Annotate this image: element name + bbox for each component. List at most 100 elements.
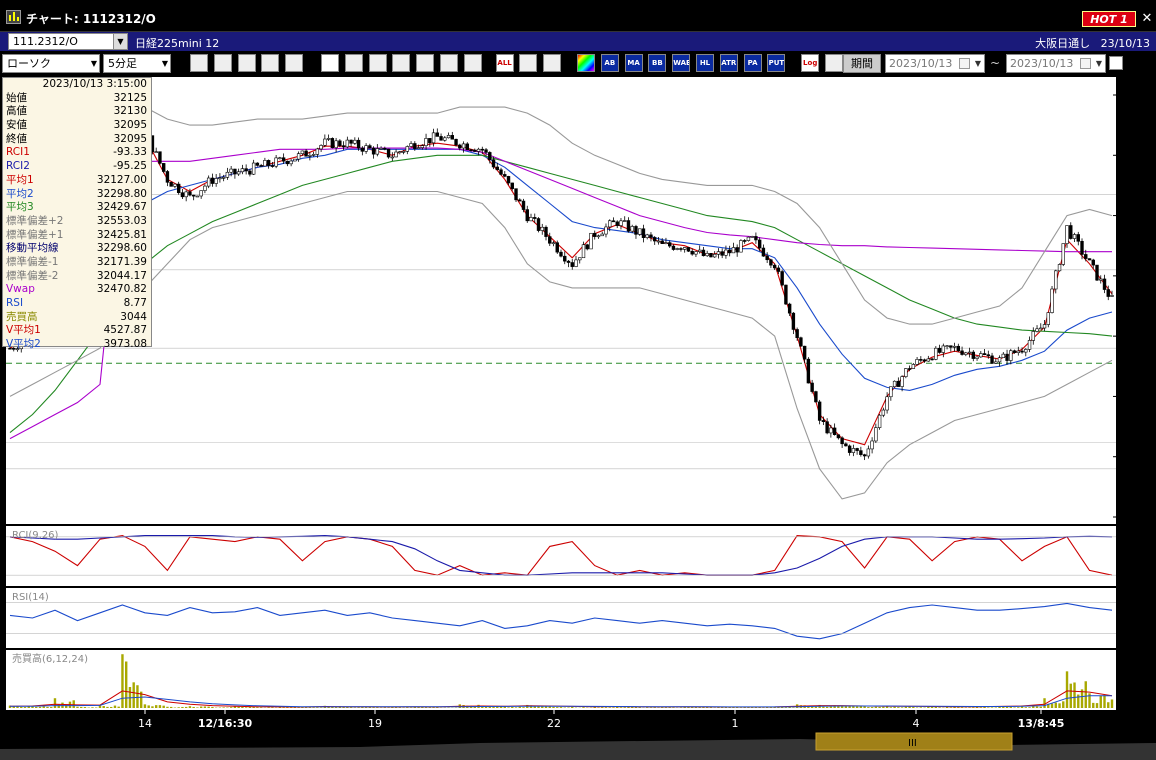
log-icon[interactable]: Log [801,54,820,72]
candle-body [653,237,657,242]
color-icon[interactable] [577,54,595,72]
candle-body [817,401,822,421]
chart-type-select[interactable]: ローソク ▼ [2,54,100,73]
indicator-bb-icon[interactable]: BB [648,54,667,72]
update-icon[interactable] [321,54,339,72]
info-row: 始値 32125 [3,92,151,106]
volume-bar [1110,699,1114,708]
volume-bar [1028,707,1031,708]
indicator-put-icon[interactable]: PUT [767,54,786,72]
chevron-down-icon[interactable]: ▼ [113,34,127,49]
candle-body [772,264,777,269]
volume-bar [424,707,428,708]
volume-bar [38,706,42,708]
zoom-icon[interactable] [190,54,208,72]
candle-body [1046,312,1050,325]
volume-bar [855,706,859,708]
candle-body [656,240,661,243]
fit-icon[interactable] [440,54,458,72]
volume-bar [143,704,147,708]
crosshair-icon[interactable] [213,54,232,72]
pattern-icon[interactable] [519,54,538,72]
hot-button[interactable]: HOT 1 [1082,11,1136,27]
volume-bar [166,706,169,708]
volume-bar [169,706,173,708]
indicator-ma-icon[interactable]: MA [624,54,643,72]
candle-body [604,226,608,235]
chart-app-icon [6,10,21,24]
pointer-icon[interactable] [392,54,411,72]
export-icon[interactable] [825,54,843,72]
volume-bar [608,707,611,708]
rci-panel[interactable] [6,526,1116,586]
indicator-wae-icon[interactable]: WAE [672,54,691,72]
indicator-hl-icon[interactable]: HL [696,54,714,72]
date-from-picker[interactable]: 2023/10/13 ▼ [885,54,985,73]
candle-body [795,329,799,338]
volume-bar [1009,707,1012,708]
indicator-ab-icon[interactable]: AB [600,54,619,72]
candle-body [754,236,758,241]
volume-bar [874,706,878,708]
candle-body [757,239,762,249]
volume-bar [147,705,150,708]
symbol-code-select[interactable]: 111.2312/O ▼ [8,33,128,50]
rsi-panel[interactable] [6,588,1116,648]
volume-bar [563,707,566,708]
volume-bar [1035,706,1039,708]
indicator-atr-icon[interactable]: ATR [719,54,738,72]
fit2-icon[interactable] [463,54,482,72]
candle-body [304,150,308,157]
volume-panel[interactable] [6,650,1116,710]
bar-chart-icon[interactable] [285,54,304,72]
candle-body [799,337,803,347]
candle-body [649,234,653,238]
volume-bar [747,707,750,708]
period-checkbox[interactable] [1109,56,1123,70]
candle-body [739,240,743,253]
volume-bar [567,707,570,708]
pen-icon[interactable] [368,54,387,72]
title-bar: チャート: 1112312/O HOT 1 ✕ [0,0,1156,32]
interval-select[interactable]: 5分足 ▼ [103,54,171,73]
candle-body [608,220,612,228]
volume-bar [987,707,990,708]
candle-body [495,166,499,171]
date-to-picker[interactable]: 2023/10/13 ▼ [1006,54,1106,73]
info-row: 終値 32095 [3,133,151,147]
info-value: 32429.67 [96,201,147,214]
chart-area[interactable]: 32700 32600 32500 32400 32300 32200 32100 32000… [0,77,1156,760]
timer-icon[interactable] [344,54,363,72]
volume-bar [196,707,199,708]
period-button[interactable]: 期間 [843,54,881,73]
candle-body [371,147,376,155]
tools-icon[interactable] [543,54,562,72]
volume-bar [900,707,904,708]
price-panel[interactable] [6,77,1116,524]
candle-body [154,151,158,153]
volume-bar [46,706,49,708]
chevron-down-icon: ▼ [161,59,168,68]
candle-body [484,149,488,153]
undo-icon[interactable] [416,54,435,72]
rsi-label: RSI(14) [12,592,49,603]
volume-bar [612,707,615,708]
info-value: 32044.17 [96,269,147,282]
candle-body [1016,350,1020,353]
candle-body [907,368,912,370]
candle-down-icon[interactable] [237,54,256,72]
all-icon[interactable]: ALL [495,54,514,72]
zoom-range-icon[interactable] [261,54,280,72]
volume-bar [192,706,195,708]
rsi-tick: 20.00 [1120,630,1149,641]
volume-bar [848,706,851,708]
volume-bar [829,706,833,708]
volume-bar [601,707,604,708]
candle-body [345,139,350,148]
close-icon[interactable]: ✕ [1140,11,1154,27]
candle-body [413,143,417,149]
candle-body [1054,270,1058,290]
volume-bar [619,707,623,708]
indicator-pa-icon[interactable]: PA [743,54,762,72]
volume-bar [852,706,855,708]
